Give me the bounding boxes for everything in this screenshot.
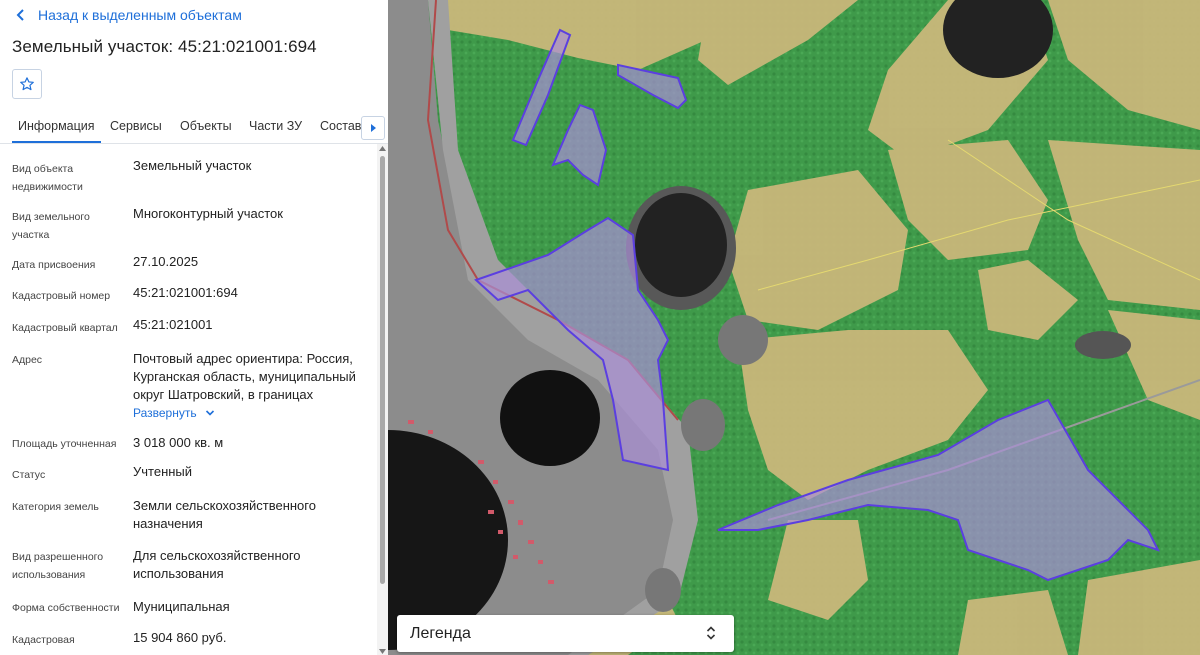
value-area: 3 018 000 кв. м [133, 435, 224, 450]
tab-bar: Информация Сервисы Объекты Части ЗУ Сост… [0, 112, 388, 144]
label-cad-number: Кадастровый номер [12, 290, 111, 302]
label-plot-type-1: Вид земельного [12, 211, 90, 223]
favorite-button[interactable] [12, 69, 42, 99]
up-down-icon [706, 626, 716, 640]
value-cad-value: 15 904 860 руб. [133, 630, 227, 645]
star-icon [20, 77, 34, 91]
label-cad-value: Кадастровая [12, 634, 75, 646]
value-assign-date: 27.10.2025 [133, 254, 199, 269]
back-to-selected-link[interactable]: Назад к выделенным объектам [14, 6, 242, 24]
expand-label: Развернуть [133, 406, 197, 420]
tab-services[interactable]: Сервисы [110, 119, 162, 133]
legend-label: Легенда [410, 624, 471, 642]
label-permitted-use-1: Вид разрешенного [12, 551, 104, 563]
value-address-line1: Почтовый адрес ориентира: Россия, [133, 351, 353, 366]
value-cad-number: 45:21:021001:694 [133, 285, 238, 300]
legend-dropdown[interactable]: Легенда [397, 615, 734, 652]
chevron-right-icon [371, 124, 376, 132]
tab-objects[interactable]: Объекты [180, 119, 232, 133]
tab-information[interactable]: Информация [12, 119, 101, 143]
label-cad-quarter: Кадастровый квартал [12, 322, 118, 334]
info-panel: Назад к выделенным объектам Земельный уч… [0, 0, 388, 655]
page-title: Земельный участок: 45:21:021001:694 [12, 37, 317, 56]
scroll-up-icon[interactable] [379, 146, 386, 151]
tabs-scroll-right-button[interactable] [361, 116, 385, 140]
value-land-category-line2: назначения [133, 516, 203, 531]
tab-composition[interactable]: Состав [320, 119, 361, 133]
label-object-type-1: Вид объекта [12, 163, 74, 175]
value-plot-type: Многоконтурный участок [133, 206, 283, 221]
satellite-map[interactable] [388, 0, 1200, 655]
address-expand-link[interactable]: Развернуть [133, 406, 215, 420]
scroll-down-icon[interactable] [379, 649, 386, 654]
value-cad-quarter: 45:21:021001 [133, 317, 213, 332]
value-address-line2: Курганская область, муниципальный [133, 369, 356, 384]
pond-3 [645, 568, 681, 612]
value-permitted-use-line2: использования [133, 566, 224, 581]
chevron-down-icon [205, 410, 214, 416]
value-ownership: Муниципальная [133, 599, 230, 614]
pond-1 [718, 315, 768, 365]
label-assign-date: Дата присвоения [12, 259, 96, 271]
label-ownership: Форма собственности [12, 602, 120, 614]
label-area: Площадь уточненная [12, 438, 117, 450]
value-address-line3: округ Шатровский, в границах [133, 387, 314, 402]
lake-round [500, 370, 600, 466]
label-status: Статус [12, 469, 46, 481]
chevron-left-icon [16, 9, 24, 21]
panel-scrollbar[interactable] [377, 144, 388, 655]
back-link-label: Назад к выделенным объектам [38, 7, 242, 23]
label-permitted-use-2: использования [12, 569, 86, 581]
map-view[interactable] [388, 0, 1200, 655]
attribute-list: Вид объекта недвижимости Земельный участ… [0, 144, 376, 655]
value-object-type: Земельный участок [133, 158, 252, 173]
label-plot-type-2: участка [12, 229, 50, 241]
value-status: Учтенный [133, 464, 193, 479]
tab-parts[interactable]: Части ЗУ [249, 119, 302, 133]
label-object-type-2: недвижимости [12, 181, 83, 193]
label-land-category: Категория земель [12, 501, 99, 513]
scrollbar-thumb[interactable] [380, 156, 385, 584]
lake-center [635, 193, 727, 297]
value-permitted-use-line1: Для сельскохозяйственного [133, 548, 301, 563]
value-land-category-line1: Земли сельскохозяйственного [133, 498, 316, 513]
pond-2 [681, 399, 725, 451]
label-address: Адрес [12, 354, 43, 366]
pond-4 [1075, 331, 1131, 359]
